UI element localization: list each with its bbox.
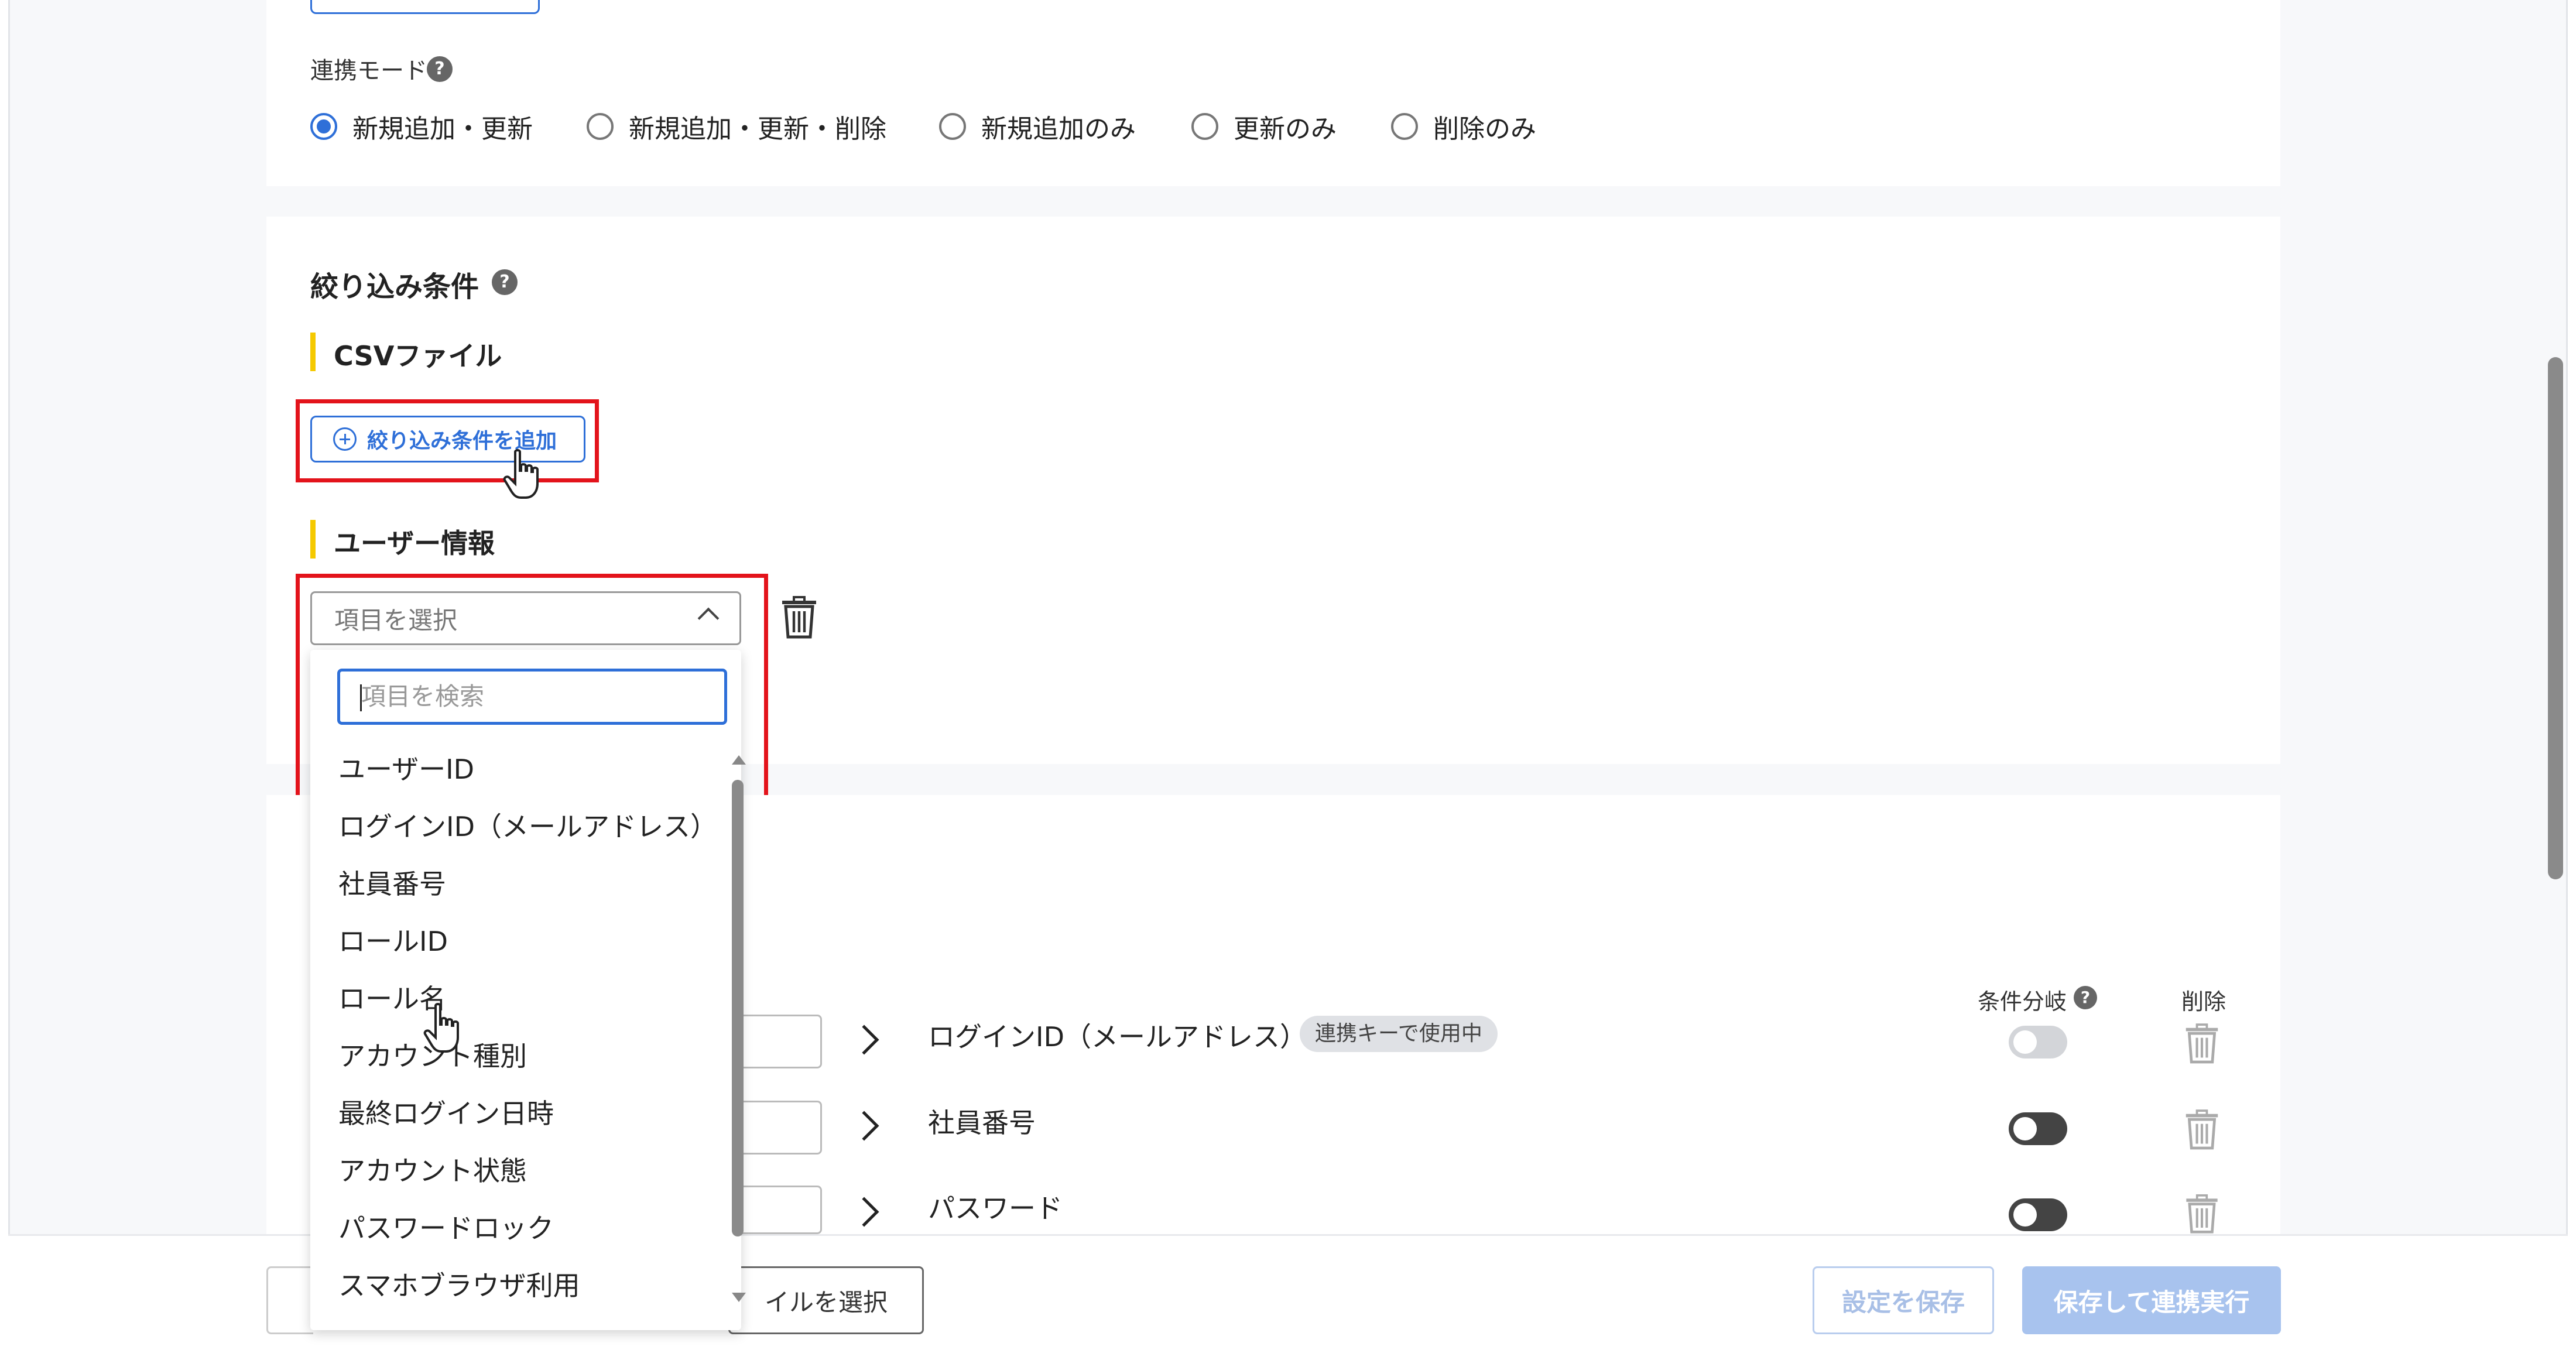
branch-toggle-2[interactable] (2009, 1112, 2067, 1145)
mode-option-2[interactable]: 新規追加・更新・削除 (587, 108, 886, 145)
dropdown-option[interactable]: スマホブラウザ利用 (338, 1265, 580, 1303)
dropdown-option[interactable]: アカウント状態 (338, 1150, 527, 1188)
dropdown-option[interactable]: 社員番号 (338, 863, 446, 902)
delete-column-header: 削除 (2181, 989, 2226, 1015)
mapping-label-3: パスワード (928, 1193, 1063, 1224)
prev-button-fragment[interactable] (310, 0, 540, 14)
radio-icon (310, 113, 337, 140)
branch-column-header: 条件分岐 (1978, 989, 2067, 1015)
dropdown-scrollbar-thumb[interactable] (732, 780, 744, 1236)
save-settings-button[interactable]: 設定を保存 (1813, 1266, 1994, 1334)
dropdown-option[interactable]: ログインID（メールアドレス） (338, 806, 717, 844)
mode-option-3[interactable]: 新規追加のみ (939, 108, 1136, 145)
radio-icon (939, 113, 966, 140)
row-1-trash-icon[interactable] (2184, 1023, 2220, 1064)
mode-label: 連携モード (310, 57, 427, 84)
hand-cursor-icon (423, 1003, 459, 1053)
footer-left-button-fragment[interactable] (266, 1266, 313, 1334)
select-file-button[interactable]: イルを選択 (728, 1266, 924, 1334)
dropdown-option[interactable]: ロールID (338, 920, 448, 959)
page-scrollbar-thumb[interactable] (2548, 357, 2563, 879)
delete-filter-trash-icon[interactable] (780, 596, 818, 639)
radio-icon (1191, 113, 1218, 140)
filter-title: 絞り込み条件 (310, 270, 479, 303)
branch-toggle-3[interactable] (2009, 1198, 2067, 1231)
dropdown-option[interactable]: 最終ログイン日時 (338, 1092, 554, 1131)
user-info-heading: ユーザー情報 (310, 520, 495, 561)
csv-heading: CSVファイル (310, 333, 502, 374)
mode-option-4[interactable]: 更新のみ (1191, 108, 1337, 145)
mode-option-5[interactable]: 削除のみ (1391, 108, 1536, 145)
branch-toggle-1[interactable] (2009, 1026, 2067, 1058)
plus-circle-icon (333, 427, 357, 451)
row-2-trash-icon[interactable] (2184, 1109, 2220, 1150)
row-3-trash-icon[interactable] (2184, 1194, 2220, 1234)
radio-icon (587, 113, 614, 140)
chevron-up-icon (697, 607, 720, 629)
scroll-down-arrow-icon[interactable] (732, 1293, 746, 1302)
branch-help-icon[interactable]: ? (2074, 986, 2097, 1009)
mode-help-icon[interactable]: ? (427, 56, 453, 82)
link-key-badge: 連携キーで使用中 (1300, 1016, 1498, 1052)
scroll-up-arrow-icon[interactable] (732, 755, 746, 765)
text-caret (360, 684, 362, 711)
field-search-input[interactable]: 項目を検索 (337, 669, 727, 725)
mode-card (266, 0, 2280, 186)
dropdown-option[interactable]: ユーザーID (338, 748, 474, 787)
mode-option-1[interactable]: 新規追加・更新 (310, 108, 533, 145)
dropdown-option[interactable]: パスワードロック (338, 1207, 554, 1246)
mapping-label-1: ログインID（メールアドレス） (928, 1021, 1307, 1053)
radio-icon (1391, 113, 1418, 140)
field-select[interactable]: 項目を選択 (310, 591, 741, 645)
hand-cursor-icon (503, 449, 539, 499)
mapping-label-2: 社員番号 (928, 1107, 1036, 1139)
field-dropdown: 項目を検索 ユーザーID ログインID（メールアドレス） 社員番号 ロールID … (310, 650, 746, 1330)
filter-help-icon[interactable]: ? (492, 269, 518, 295)
save-and-run-button[interactable]: 保存して連携実行 (2022, 1266, 2281, 1334)
